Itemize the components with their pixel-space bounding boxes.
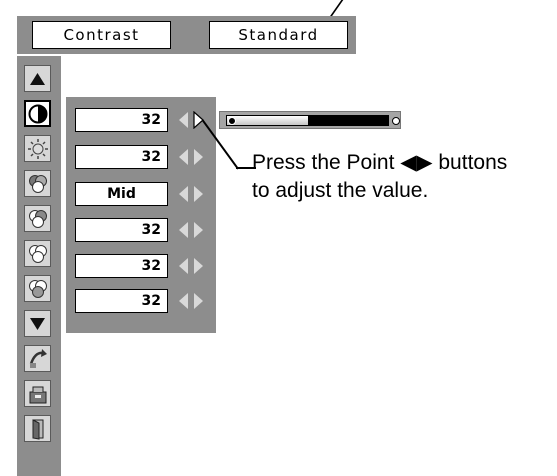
slider-max-dot <box>392 117 400 125</box>
reset-icon[interactable] <box>24 345 51 372</box>
instruction-line-2: to adjust the value. <box>252 179 429 202</box>
exit-icon[interactable] <box>24 415 51 442</box>
adjust-arrows[interactable] <box>178 111 204 129</box>
brightness-value[interactable]: 32 <box>75 145 168 169</box>
contrast-label: Contrast <box>32 21 171 49</box>
adjust-arrows[interactable] <box>178 257 204 275</box>
gamma-value[interactable]: 32 <box>75 289 168 313</box>
tint-icon[interactable] <box>24 205 51 232</box>
brightness-icon[interactable] <box>24 135 51 162</box>
up-arrow-icon[interactable] <box>24 65 51 92</box>
adjust-arrows[interactable] <box>178 185 204 203</box>
adjustment-rows: 32 32 Mid 32 32 32 <box>66 97 216 333</box>
menu-header: Contrast Standard <box>17 16 356 54</box>
instruction-line-1: Press the Point ◀▶ buttons <box>252 151 508 174</box>
color-value[interactable]: Mid <box>75 182 168 206</box>
slider-fill <box>227 116 308 125</box>
gamma-icon[interactable] <box>24 275 51 302</box>
contrast-value[interactable]: 32 <box>75 108 168 132</box>
adjust-arrows[interactable] <box>178 148 204 166</box>
slider-min-dot <box>228 117 236 125</box>
contrast-icon[interactable] <box>24 100 51 127</box>
white-balance-value[interactable]: 32 <box>75 254 168 278</box>
level-slider[interactable] <box>219 111 401 129</box>
adjust-arrows[interactable] <box>178 292 204 310</box>
tint-value[interactable]: 32 <box>75 218 168 242</box>
adjust-arrows[interactable] <box>178 221 204 239</box>
image-mode-label: Standard <box>209 21 348 49</box>
down-arrow-icon[interactable] <box>24 310 51 337</box>
color-icon[interactable] <box>24 170 51 197</box>
store-icon[interactable] <box>24 380 51 407</box>
menu-sidebar <box>17 56 61 476</box>
white-balance-icon[interactable] <box>24 240 51 267</box>
